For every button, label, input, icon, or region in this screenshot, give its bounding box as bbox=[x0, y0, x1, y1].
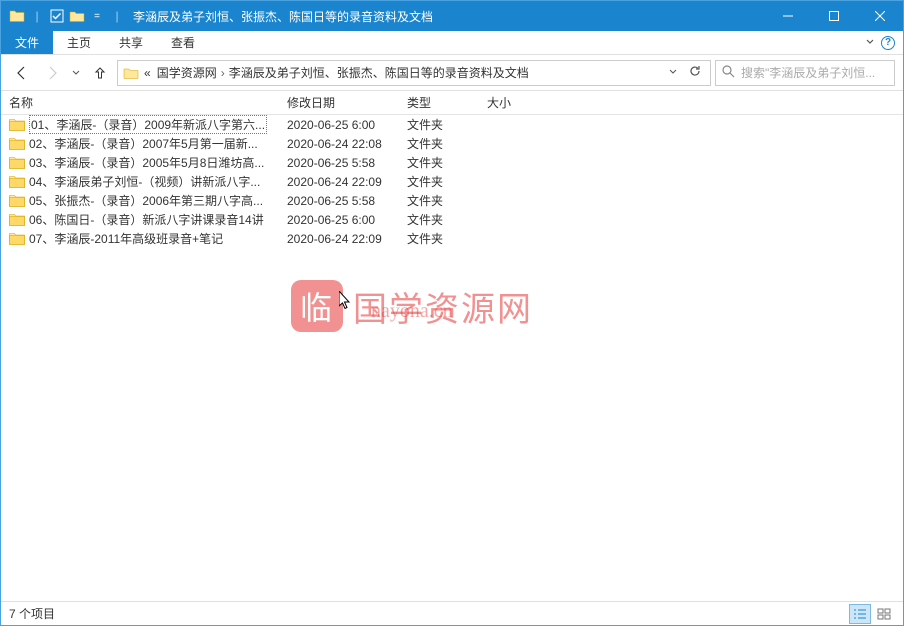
search-icon bbox=[722, 65, 735, 81]
watermark: 临 国学资源网 nayona.cn bbox=[291, 280, 533, 332]
file-name: 06、陈国日-（录音）新派八字讲课录音14讲 bbox=[29, 211, 264, 228]
help-icon[interactable]: ? bbox=[881, 36, 895, 50]
table-row[interactable]: 04、李涵辰弟子刘恒-（视频）讲新派八字... 2020-06-24 22:09文… bbox=[1, 172, 903, 191]
qat-divider2: | bbox=[109, 8, 125, 24]
view-details-button[interactable] bbox=[849, 604, 871, 624]
file-list: 01、李涵辰-（录音）2009年新派八字第六... 2020-06-25 6:00… bbox=[1, 115, 903, 597]
status-count: 7 个项目 bbox=[9, 605, 55, 622]
qat-dropdown-icon[interactable]: = bbox=[89, 8, 105, 24]
breadcrumb-item-1[interactable]: 李涵辰及弟子刘恒、张振杰、陈国日等的录音资料及文档 bbox=[229, 64, 529, 81]
file-name: 03、李涵辰-（录音）2005年5月8日潍坊高... bbox=[29, 154, 264, 171]
column-type[interactable]: 类型 bbox=[399, 94, 479, 111]
search-placeholder: 搜索"李涵辰及弟子刘恒... bbox=[741, 64, 875, 81]
breadcrumb-item-0[interactable]: 国学资源网 bbox=[157, 64, 217, 81]
qat-check-icon[interactable] bbox=[49, 8, 65, 24]
file-name: 07、李涵辰-2011年高级班录音+笔记 bbox=[29, 230, 223, 247]
file-type: 文件夹 bbox=[399, 154, 479, 171]
breadcrumb-folder-icon bbox=[122, 64, 140, 82]
watermark-text: 国学资源网 bbox=[353, 282, 533, 331]
table-row[interactable]: 02、李涵辰-（录音）2007年5月第一届新... 2020-06-24 22:0… bbox=[1, 134, 903, 153]
file-name: 05、张振杰-（录音）2006年第三期八字高... bbox=[29, 192, 263, 209]
breadcrumb-prefix: « bbox=[144, 66, 151, 80]
file-name: 04、李涵辰弟子刘恒-（视频）讲新派八字... bbox=[29, 173, 260, 190]
tab-share[interactable]: 共享 bbox=[105, 31, 157, 54]
close-button[interactable] bbox=[857, 1, 903, 31]
refresh-icon[interactable] bbox=[688, 64, 702, 81]
file-type: 文件夹 bbox=[399, 173, 479, 190]
column-size[interactable]: 大小 bbox=[479, 94, 559, 111]
status-bar: 7 个项目 bbox=[1, 601, 903, 625]
file-date: 2020-06-25 6:00 bbox=[279, 118, 399, 132]
table-row[interactable]: 03、李涵辰-（录音）2005年5月8日潍坊高... 2020-06-25 5:5… bbox=[1, 153, 903, 172]
up-button[interactable] bbox=[87, 60, 113, 86]
maximize-button[interactable] bbox=[811, 1, 857, 31]
minimize-button[interactable] bbox=[765, 1, 811, 31]
file-type: 文件夹 bbox=[399, 211, 479, 228]
tab-home[interactable]: 主页 bbox=[53, 31, 105, 54]
qat-divider: | bbox=[29, 8, 45, 24]
view-icons-button[interactable] bbox=[873, 604, 895, 624]
tab-file[interactable]: 文件 bbox=[1, 31, 53, 54]
table-row[interactable]: 06、陈国日-（录音）新派八字讲课录音14讲 2020-06-25 6:00文件夹 bbox=[1, 210, 903, 229]
watermark-sub: nayona.cn bbox=[371, 300, 453, 323]
column-name[interactable]: 名称 bbox=[1, 94, 279, 111]
file-type: 文件夹 bbox=[399, 192, 479, 209]
forward-button[interactable] bbox=[39, 60, 65, 86]
columns-header: 名称 修改日期 类型 大小 bbox=[1, 91, 903, 115]
tab-view[interactable]: 查看 bbox=[157, 31, 209, 54]
file-date: 2020-06-24 22:09 bbox=[279, 232, 399, 246]
file-type: 文件夹 bbox=[399, 230, 479, 247]
navigation-bar: « 国学资源网 › 李涵辰及弟子刘恒、张振杰、陈国日等的录音资料及文档 搜索"李… bbox=[1, 55, 903, 91]
file-date: 2020-06-25 5:58 bbox=[279, 194, 399, 208]
table-row[interactable]: 05、张振杰-（录音）2006年第三期八字高... 2020-06-25 5:58… bbox=[1, 191, 903, 210]
qat-folder-icon[interactable] bbox=[69, 8, 85, 24]
watermark-stamp: 临 bbox=[291, 280, 343, 332]
ribbon-tabs: 文件 主页 共享 查看 ? bbox=[1, 31, 903, 55]
file-type: 文件夹 bbox=[399, 116, 479, 133]
search-input[interactable]: 搜索"李涵辰及弟子刘恒... bbox=[715, 60, 895, 86]
file-date: 2020-06-24 22:09 bbox=[279, 175, 399, 189]
breadcrumb-dropdown-icon[interactable] bbox=[668, 66, 678, 80]
back-button[interactable] bbox=[9, 60, 35, 86]
file-name: 01、李涵辰-（录音）2009年新派八字第六... bbox=[29, 115, 267, 134]
file-date: 2020-06-25 6:00 bbox=[279, 213, 399, 227]
table-row[interactable]: 07、李涵辰-2011年高级班录音+笔记 2020-06-24 22:09文件夹 bbox=[1, 229, 903, 248]
breadcrumb[interactable]: « 国学资源网 › 李涵辰及弟子刘恒、张振杰、陈国日等的录音资料及文档 bbox=[117, 60, 711, 86]
cursor-icon bbox=[339, 291, 353, 314]
file-name: 02、李涵辰-（录音）2007年5月第一届新... bbox=[29, 135, 258, 152]
breadcrumb-sep-icon: › bbox=[221, 66, 225, 80]
title-bar: | = | 李涵辰及弟子刘恒、张振杰、陈国日等的录音资料及文档 bbox=[1, 1, 903, 31]
app-folder-icon bbox=[9, 8, 25, 24]
file-date: 2020-06-24 22:08 bbox=[279, 137, 399, 151]
file-type: 文件夹 bbox=[399, 135, 479, 152]
ribbon-expand-icon[interactable] bbox=[865, 36, 875, 50]
file-date: 2020-06-25 5:58 bbox=[279, 156, 399, 170]
table-row[interactable]: 01、李涵辰-（录音）2009年新派八字第六... 2020-06-25 6:00… bbox=[1, 115, 903, 134]
column-date[interactable]: 修改日期 bbox=[279, 94, 399, 111]
window-title: 李涵辰及弟子刘恒、张振杰、陈国日等的录音资料及文档 bbox=[133, 8, 433, 25]
recent-dropdown[interactable] bbox=[69, 60, 83, 86]
